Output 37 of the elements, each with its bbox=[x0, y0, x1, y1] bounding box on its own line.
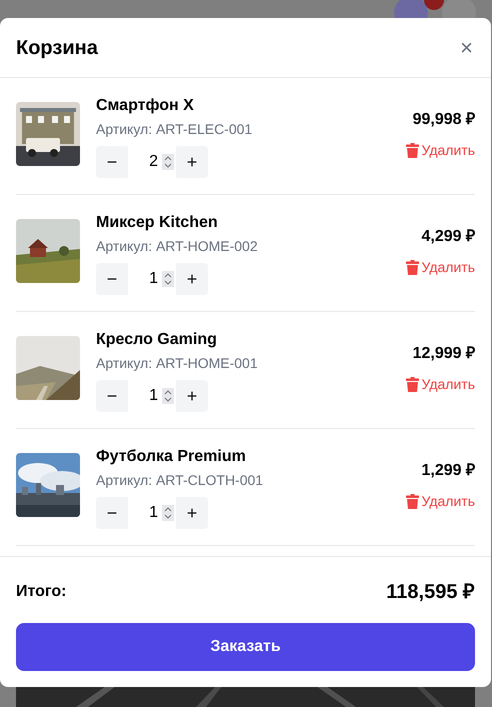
total-price: 118,595 ₽ bbox=[386, 580, 475, 605]
increment-button[interactable]: + bbox=[176, 380, 208, 412]
remove-button[interactable]: Удалить bbox=[406, 374, 475, 395]
product-name: Миксер Kitchen bbox=[96, 213, 219, 233]
product-name: Смартфон X bbox=[96, 96, 195, 116]
trash-icon bbox=[406, 377, 419, 392]
trash-icon bbox=[406, 260, 419, 275]
trash-icon bbox=[406, 143, 419, 158]
quantity-field[interactable]: 2 bbox=[128, 146, 162, 178]
remove-button[interactable]: Удалить bbox=[406, 140, 475, 161]
product-sku: Артикул: ART-HOME-002 bbox=[96, 237, 259, 255]
item-price: 99,998 ₽ bbox=[412, 110, 475, 130]
remove-button[interactable]: Удалить bbox=[406, 491, 475, 512]
quantity-field[interactable]: 1 bbox=[128, 263, 162, 295]
checkout-button[interactable]: Заказать bbox=[16, 623, 475, 671]
product-sku: Артикул: ART-ELEC-001 bbox=[96, 120, 254, 138]
increment-button[interactable]: + bbox=[176, 263, 208, 295]
increment-button[interactable]: + bbox=[176, 146, 208, 178]
total-label: Итого: bbox=[16, 582, 66, 602]
remove-button[interactable]: Удалить bbox=[406, 257, 475, 278]
item-price: 4,299 ₽ bbox=[422, 227, 475, 247]
close-button[interactable]: × bbox=[458, 36, 475, 58]
item-price: 12,999 ₽ bbox=[412, 344, 475, 364]
product-name: Футболка Premium bbox=[96, 447, 247, 467]
quantity-field[interactable]: 1 bbox=[128, 497, 162, 529]
decrement-button[interactable]: − bbox=[96, 380, 128, 412]
item-price: 1,299 ₽ bbox=[422, 461, 475, 481]
product-sku: Артикул: ART-CLOTH-001 bbox=[96, 471, 264, 489]
increment-button[interactable]: + bbox=[176, 497, 208, 529]
decrement-button[interactable]: − bbox=[96, 263, 128, 295]
decrement-button[interactable]: − bbox=[96, 146, 128, 178]
modal-title: Корзина bbox=[16, 36, 98, 60]
product-name: Кресло Gaming bbox=[96, 330, 218, 350]
decrement-button[interactable]: − bbox=[96, 497, 128, 529]
product-sku: Артикул: ART-HOME-001 bbox=[96, 354, 259, 372]
quantity-field[interactable]: 1 bbox=[128, 380, 162, 412]
trash-icon bbox=[406, 494, 419, 509]
